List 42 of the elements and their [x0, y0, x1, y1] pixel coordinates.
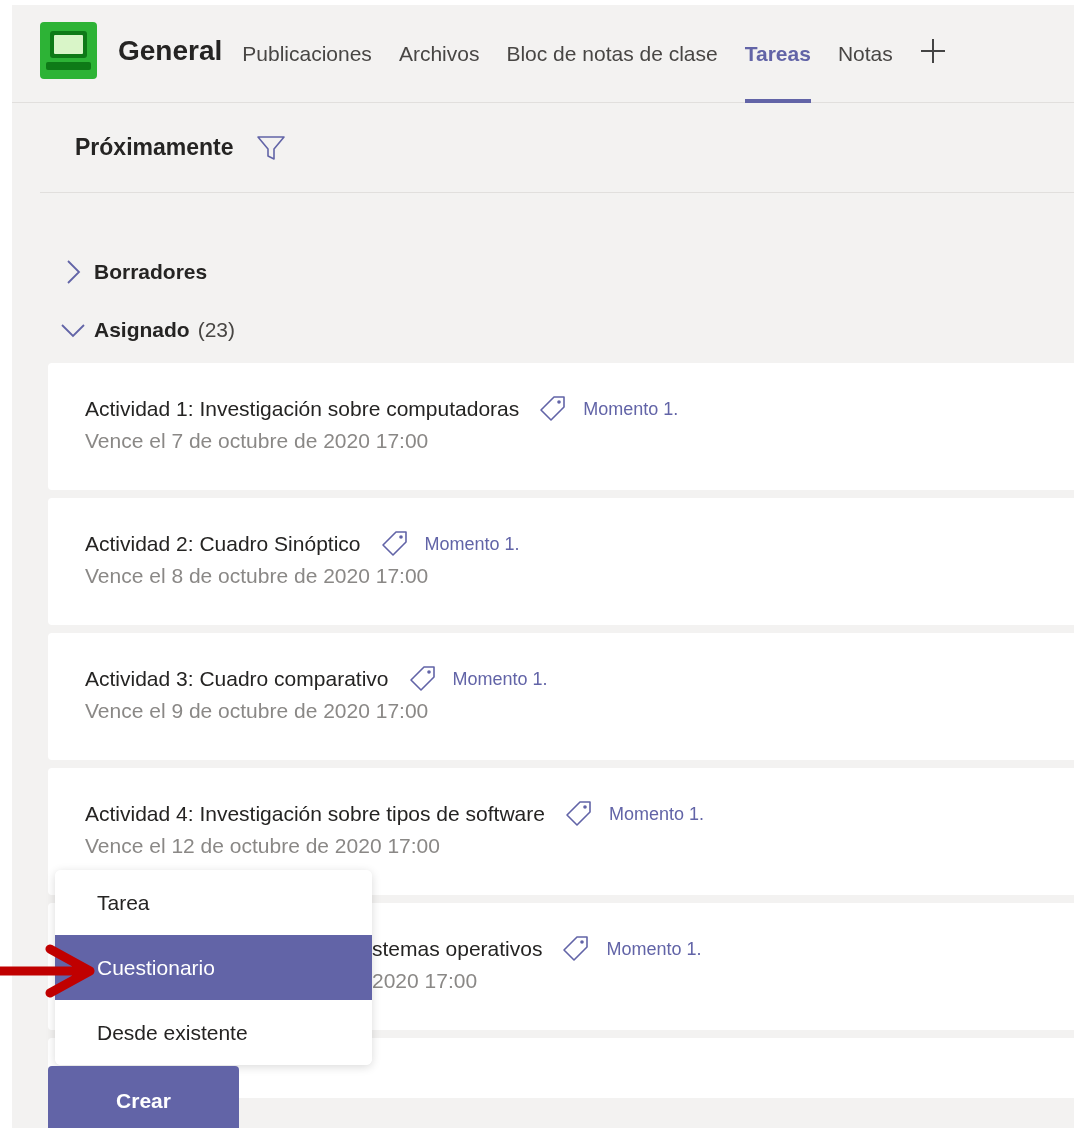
channel-tab[interactable]: Publicaciones: [242, 5, 372, 103]
tag-icon: [564, 800, 593, 828]
assignment-card[interactable]: Actividad 2: Cuadro Sinóptico Momento 1. Vence el 8 de octubre de 2020 17:00: [48, 498, 1074, 625]
tag-icon: [562, 935, 591, 963]
due-date: Vence el 9 de octubre de 2020 17:00: [85, 699, 430, 723]
due-date: Vence el 7 de octubre de 2020 17:00: [85, 429, 430, 453]
assignment-card[interactable]: Actividad 1: Investigación sobre computadoras Momento 1. Vence el 7 de octubre de 2020 17:00: [48, 363, 1074, 490]
tag-icon: [380, 530, 409, 558]
category-tag: Momento 1.: [583, 398, 679, 420]
create-button[interactable]: Crear: [48, 1066, 239, 1128]
category-tag: Momento 1.: [424, 533, 520, 555]
section-label[interactable]: Asignado: [94, 318, 190, 342]
assignment-title: Actividad 4: Investigación sobre tipos de software: [85, 802, 545, 826]
channel-tab[interactable]: Archivos: [398, 5, 480, 103]
menu-item[interactable]: Desde existente: [55, 1000, 372, 1065]
team-name: General: [118, 34, 223, 67]
due-date: Vence el 12 de octubre de 2020 17:00: [85, 834, 441, 858]
due-date: Vence el 8 de octubre de 2020 17:00: [85, 564, 430, 588]
section-label[interactable]: Borradores: [94, 260, 208, 284]
channel-tab[interactable]: Tareas: [744, 5, 811, 103]
tag-icon: [539, 395, 568, 423]
category-tag: Momento 1.: [606, 938, 702, 960]
menu-item[interactable]: Tarea: [55, 870, 372, 935]
tag-icon: [408, 665, 437, 693]
assignment-card[interactable]: Actividad 4: Investigación sobre tipos de software Momento 1. Vence el 12 de octubre de 2020 17:00: [48, 768, 1074, 895]
channel-tab[interactable]: Notas: [837, 5, 893, 103]
add-icon[interactable]: [919, 37, 946, 64]
channel-tab[interactable]: Bloc de notas de clase: [506, 5, 718, 103]
laptop-logo-icon: [40, 22, 97, 79]
assignment-title: Actividad 3: Cuadro comparativo: [85, 667, 389, 691]
menu-item[interactable]: Cuestionario: [55, 935, 372, 1000]
category-tag: Momento 1.: [452, 668, 548, 690]
assignment-title: Actividad 1: Investigación sobre computadoras: [85, 397, 520, 421]
category-tag: Momento 1.: [608, 803, 704, 825]
assignment-card[interactable]: Actividad 3: Cuadro comparativo Momento 1. Vence el 9 de octubre de 2020 17:00: [48, 633, 1074, 760]
due-date: 2020 17:00: [372, 969, 479, 993]
upcoming-heading: Próximamente: [75, 134, 234, 161]
arrow-icon: [0, 943, 96, 999]
assignment-title: stemas operativos: [372, 937, 543, 961]
filter-icon[interactable]: [255, 134, 286, 161]
assignment-title: Actividad 2: Cuadro Sinóptico: [85, 532, 361, 556]
section-count: (23): [197, 318, 236, 342]
